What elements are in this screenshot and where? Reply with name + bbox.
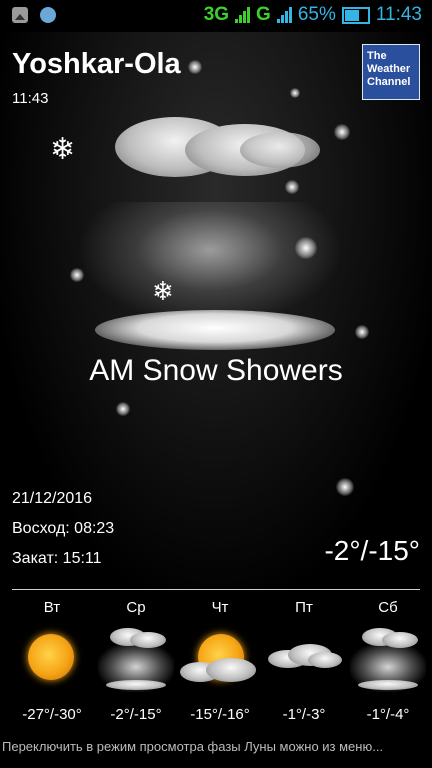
forecast-temp-range: -1°/-4° bbox=[366, 706, 410, 723]
snow-icon bbox=[350, 628, 426, 692]
notification-icons bbox=[12, 7, 56, 23]
chat-icon bbox=[40, 7, 56, 23]
forecast-day-name: Ср bbox=[126, 599, 146, 616]
network-g-label: G bbox=[256, 4, 271, 25]
cloudy-icon bbox=[268, 628, 342, 692]
snow-particle bbox=[285, 180, 299, 194]
signal-icon-secondary bbox=[276, 7, 292, 23]
forecast-day-name: Сб bbox=[378, 599, 398, 616]
brand-line: Channel bbox=[367, 76, 411, 88]
current-temp-range: -2°/-15° bbox=[324, 535, 420, 566]
battery-icon bbox=[341, 6, 370, 24]
forecast-strip: Вт -27°/-30° Ср -2°/-15° Чт -15°/-16° Пт bbox=[0, 596, 432, 736]
weather-scene: ❄ ❄ bbox=[0, 32, 432, 592]
forecast-day-name: Вт bbox=[43, 599, 61, 616]
snow-icon bbox=[98, 628, 174, 692]
status-clock: 11:43 bbox=[375, 4, 422, 25]
forecast-day[interactable]: Пт -1°/-3° bbox=[262, 596, 346, 736]
system-indicators: 3G G 65% 11:43 bbox=[204, 4, 422, 26]
snow-ground bbox=[95, 310, 335, 350]
snowfall-area bbox=[80, 202, 340, 322]
sunrise-time: Восход: 08:23 bbox=[12, 520, 115, 537]
city-name[interactable]: Yoshkar-Ola bbox=[12, 48, 181, 81]
battery-percent: 65% bbox=[297, 4, 336, 25]
update-time: 11:43 bbox=[12, 90, 49, 107]
forecast-day[interactable]: Чт -15°/-16° bbox=[178, 596, 262, 736]
gallery-icon bbox=[12, 7, 28, 23]
forecast-day[interactable]: Сб -1°/-4° bbox=[346, 596, 430, 736]
network-3g-label: 3G bbox=[203, 4, 230, 25]
weather-channel-logo[interactable]: The Weather Channel bbox=[362, 44, 420, 100]
snow-particle bbox=[336, 478, 354, 496]
snow-particle bbox=[334, 124, 350, 140]
snowflake-icon: ❄ bbox=[50, 133, 76, 166]
snow-particle bbox=[290, 88, 300, 98]
condition-text: AM Snow Showers bbox=[89, 354, 343, 387]
brand-line: The bbox=[367, 50, 387, 62]
snow-particle bbox=[355, 325, 369, 339]
forecast-day[interactable]: Ср -2°/-15° bbox=[94, 596, 178, 736]
partly-cloudy-icon bbox=[180, 628, 256, 692]
forecast-day[interactable]: Вт -27°/-30° bbox=[10, 596, 94, 736]
forecast-day-name: Пт bbox=[295, 599, 313, 616]
snowflake-icon: ❄ bbox=[152, 276, 174, 306]
signal-icon bbox=[235, 7, 251, 23]
status-bar: 3G G 65% 11:43 bbox=[0, 0, 432, 32]
snow-particle bbox=[70, 268, 84, 282]
divider bbox=[12, 589, 420, 590]
sunset-time: Закат: 15:11 bbox=[12, 550, 102, 567]
snow-particle bbox=[295, 237, 317, 259]
snow-particle bbox=[116, 402, 130, 416]
brand-line: Weather bbox=[367, 63, 411, 75]
snow-particle bbox=[188, 60, 202, 74]
current-date: 21/12/2016 bbox=[12, 490, 93, 507]
forecast-day-name: Чт bbox=[211, 599, 229, 616]
cloud-shape bbox=[240, 132, 320, 168]
info-ticker[interactable]: Переключить в режим просмотра фазы Луны … bbox=[0, 736, 432, 768]
sunny-icon bbox=[22, 628, 82, 692]
